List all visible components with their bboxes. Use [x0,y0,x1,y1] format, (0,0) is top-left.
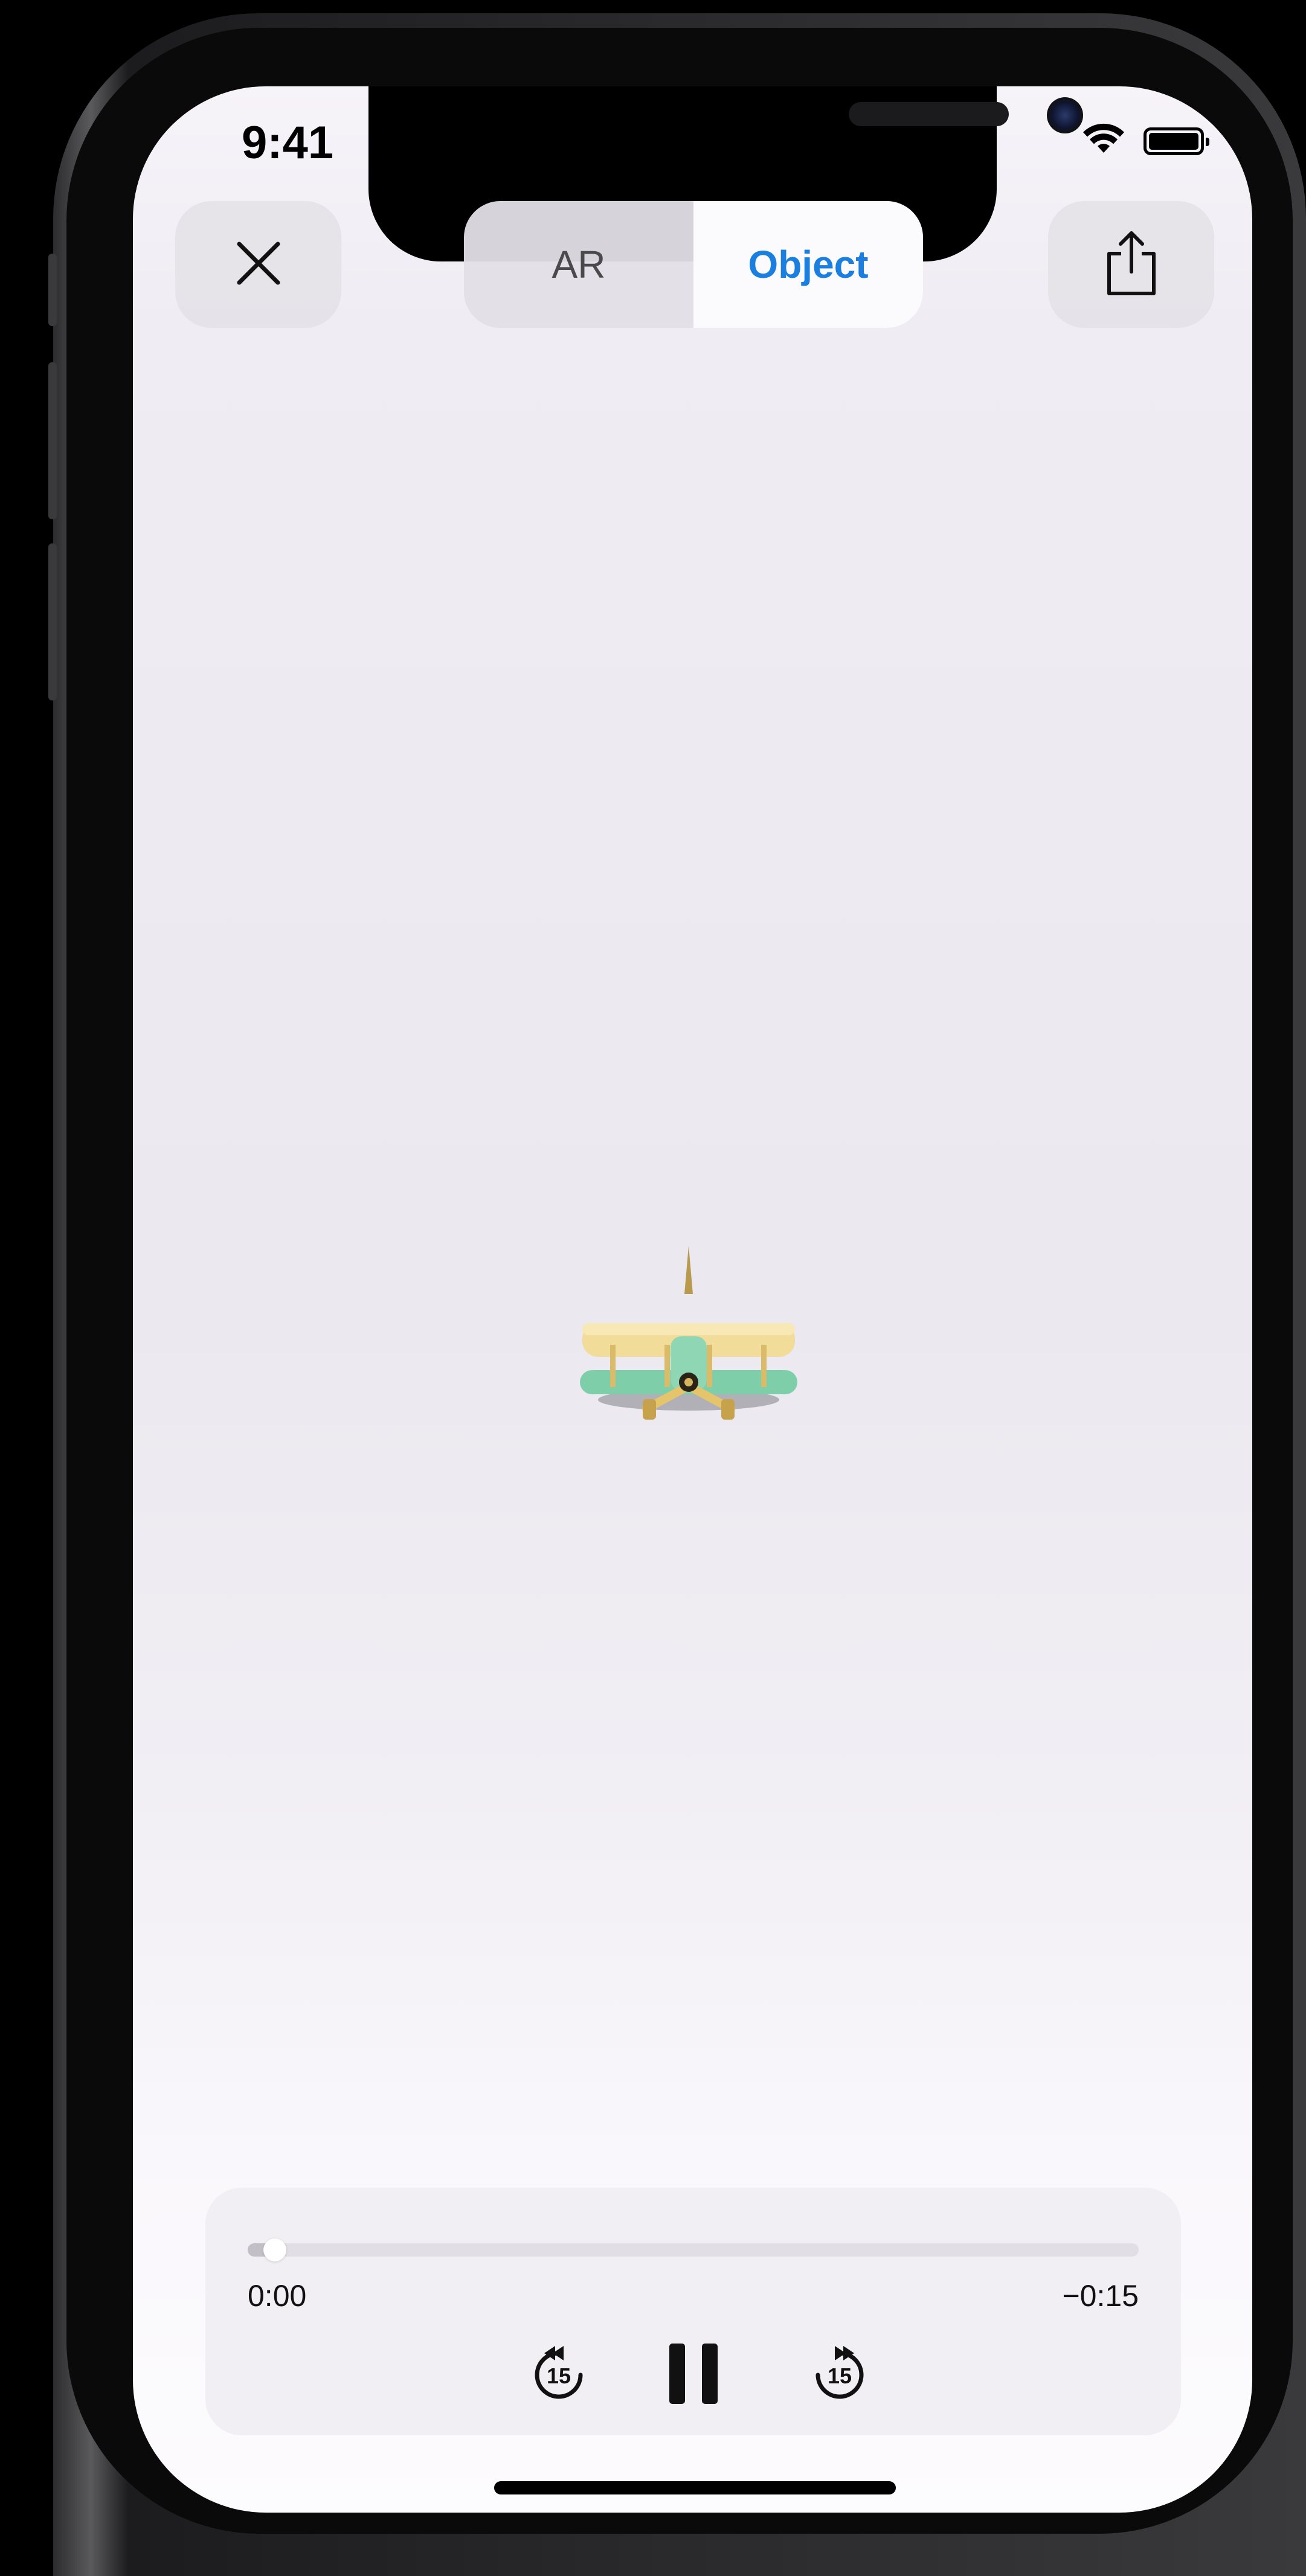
transport-controls: 15 15 [205,2339,1181,2411]
skip-forward-button[interactable]: 15 [803,2339,876,2411]
skip-back-15-icon: 15 [529,2344,589,2407]
scrubber-thumb[interactable] [263,2238,286,2261]
home-indicator[interactable] [494,2481,896,2494]
share-button[interactable] [1048,201,1214,328]
playback-controls-panel: 0:00 −0:15 15 15 [205,2188,1181,2435]
pause-button[interactable] [657,2339,730,2411]
battery-icon [1144,127,1209,155]
segment-object[interactable]: Object [693,201,923,328]
close-button[interactable] [175,201,341,328]
front-camera [1047,97,1083,133]
skip-forward-15-icon: 15 [809,2344,870,2407]
side-button-volume-down [48,543,57,700]
close-icon [236,240,281,289]
skip-back-button[interactable]: 15 [523,2339,595,2411]
share-icon [1104,229,1159,300]
skip-forward-label: 15 [828,2363,852,2388]
pause-icon [666,2342,721,2408]
status-icons [1082,123,1209,159]
screen: 9:41 AR Object 0:00 −0:15 15 15 [133,86,1252,2513]
playback-scrubber[interactable] [248,2243,1139,2257]
biplane-model-icon[interactable] [580,1234,797,1427]
skip-back-label: 15 [547,2363,571,2388]
status-time: 9:41 [242,117,334,168]
speaker-grille [849,102,1009,126]
view-mode-segmented-control: AR Object [464,201,923,328]
side-button-volume-up [48,362,57,519]
elapsed-time: 0:00 [248,2279,307,2313]
remaining-time: −0:15 [1062,2279,1139,2313]
wifi-icon [1082,123,1125,159]
side-button-silent [48,254,57,326]
segment-ar[interactable]: AR [464,201,693,328]
